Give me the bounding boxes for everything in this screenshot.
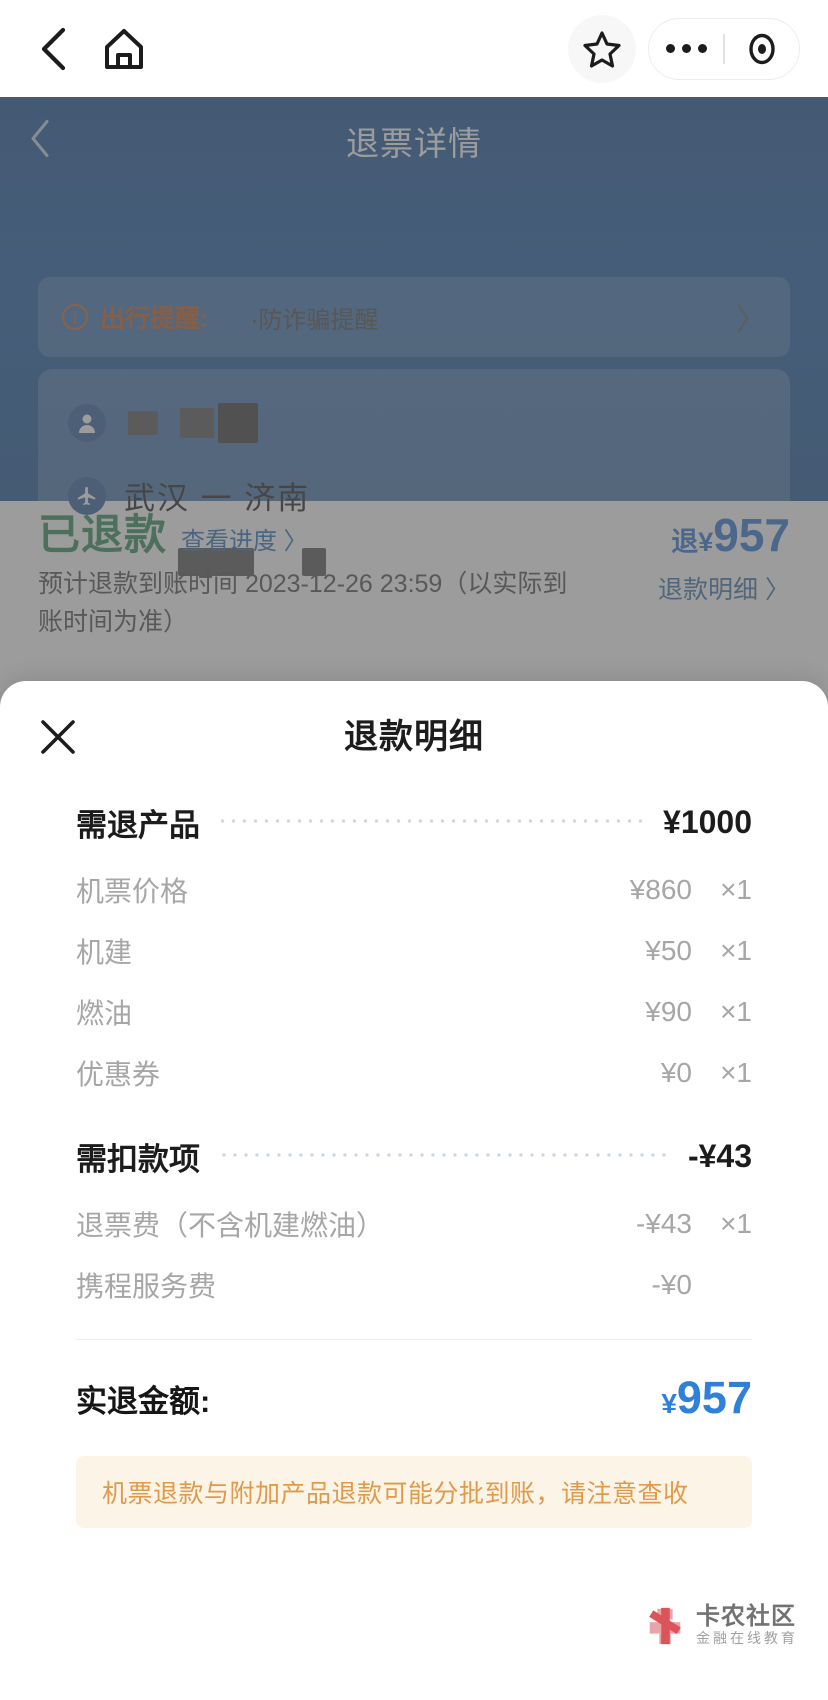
bookmark-button[interactable] <box>568 14 636 83</box>
group-header: 需退产品 ¥1000 <box>76 785 752 859</box>
item-price: -¥43 <box>635 1207 692 1239</box>
sheet-title: 退款明细 <box>344 717 484 756</box>
group-header: 需扣款项 -¥43 <box>76 1119 752 1193</box>
batch-refund-tip: 机票退款与附加产品退款可能分批到账，请注意查收 <box>76 1456 752 1528</box>
total-label: 实退金额: <box>76 1383 211 1419</box>
close-x-icon <box>41 720 75 754</box>
item-price: ¥0 <box>660 1056 692 1088</box>
item-name: 退票费（不含机建燃油） <box>76 1209 385 1241</box>
browser-back-button[interactable] <box>30 26 76 72</box>
more-dot <box>665 44 675 53</box>
group-value: ¥1000 <box>663 803 752 840</box>
item-price: ¥90 <box>645 995 692 1027</box>
close-miniprogram-button[interactable] <box>725 32 799 66</box>
item-price: ¥860 <box>629 873 692 905</box>
watermark-name: 卡农社区 <box>696 1603 796 1630</box>
star-icon <box>583 30 621 68</box>
sheet-body: 需退产品 ¥1000 机票价格 ¥860 ×1 机建 ¥50 ×1 燃油 ¥90… <box>0 785 828 1528</box>
total-value: 957 <box>676 1372 752 1423</box>
list-item: 退票费（不含机建燃油） -¥43 ×1 <box>76 1193 752 1254</box>
item-qty: ×1 <box>720 1207 752 1239</box>
list-item: 优惠券 ¥0 ×1 <box>76 1042 752 1103</box>
refund-detail-sheet: 退款明细 需退产品 ¥1000 机票价格 ¥860 ×1 机建 ¥50 ×1 燃… <box>0 681 828 1700</box>
flower-logo-icon <box>649 1607 681 1644</box>
target-circle-icon <box>749 33 775 64</box>
list-item: 燃油 ¥90 ×1 <box>76 981 752 1042</box>
list-item: 机票价格 ¥860 ×1 <box>76 859 752 920</box>
group-label: 需退产品 <box>76 807 200 843</box>
item-name: 机建 <box>76 936 133 968</box>
item-qty: ×1 <box>720 1056 752 1088</box>
item-price: -¥0 <box>651 1268 692 1300</box>
item-price: ¥50 <box>645 934 692 966</box>
close-button[interactable] <box>30 709 86 765</box>
browser-home-button[interactable] <box>100 25 148 73</box>
item-qty: ×1 <box>720 995 752 1027</box>
more-dot <box>697 44 707 53</box>
item-qty: ×1 <box>720 934 752 966</box>
dotted-leader <box>216 1152 672 1158</box>
total-row: 实退金额: ¥957 <box>76 1340 752 1456</box>
browser-actions <box>568 14 800 83</box>
browser-toolbar <box>0 0 828 97</box>
browser-menu-pill <box>648 17 800 80</box>
item-name: 机票价格 <box>76 875 189 907</box>
watermark: 卡农社区 金融在线教育 <box>644 1604 798 1647</box>
item-qty: ×1 <box>720 873 752 905</box>
list-item: 携程服务费 -¥0 <box>76 1254 752 1315</box>
watermark-tagline: 金融在线教育 <box>696 1630 798 1647</box>
sheet-header: 退款明细 <box>0 681 828 785</box>
home-icon <box>105 28 143 69</box>
total-amount: ¥957 <box>661 1372 752 1424</box>
list-item: 机建 ¥50 ×1 <box>76 920 752 981</box>
chevron-left-icon <box>41 27 66 70</box>
group-label: 需扣款项 <box>76 1141 200 1177</box>
watermark-text: 卡农社区 金融在线教育 <box>696 1604 798 1647</box>
group-value: -¥43 <box>687 1137 752 1174</box>
tip-text: 机票退款与附加产品退款可能分批到账，请注意查收 <box>102 1480 689 1508</box>
item-name: 携程服务费 <box>76 1270 217 1302</box>
dotted-leader <box>216 818 648 824</box>
item-name: 优惠券 <box>76 1058 161 1090</box>
item-name: 燃油 <box>76 997 133 1029</box>
more-menu-button[interactable] <box>649 44 723 53</box>
total-currency: ¥ <box>661 1388 677 1419</box>
more-dot <box>681 44 691 53</box>
